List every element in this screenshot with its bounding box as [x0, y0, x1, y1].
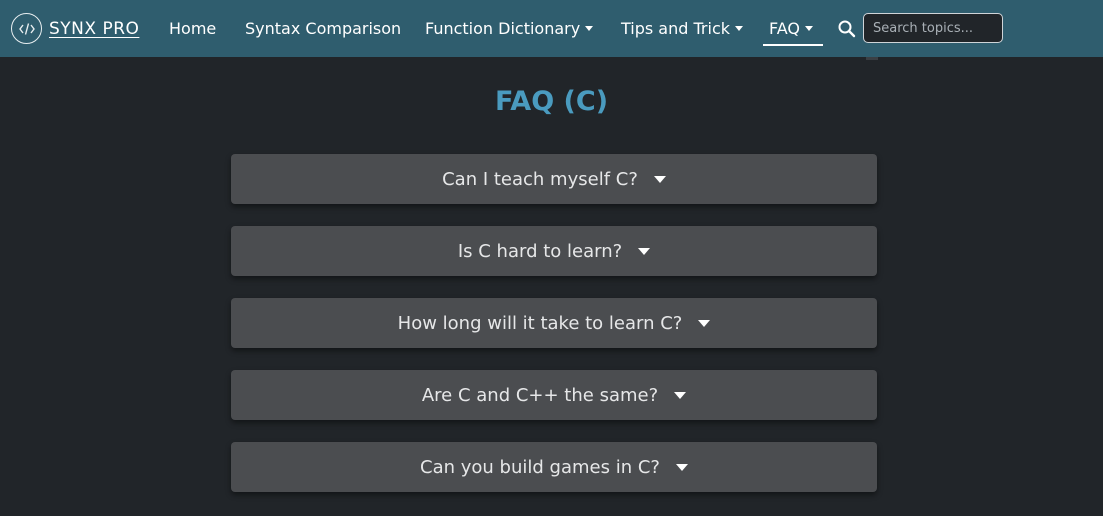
page-title: FAQ (C) — [494, 86, 609, 117]
nav-active-indicator — [763, 44, 823, 46]
faq-question: Is C hard to learn? — [457, 240, 623, 262]
faq-question: Can I teach myself C? — [442, 168, 638, 190]
nav-function-dictionary-label: Function Dictionary — [425, 18, 581, 38]
caret-down-icon — [653, 175, 666, 183]
nav-faq[interactable]: FAQ — [769, 17, 813, 39]
nav-tips-and-trick-label: Tips and Trick — [621, 18, 730, 38]
code-icon — [11, 13, 42, 44]
nav-home[interactable]: Home — [169, 17, 216, 39]
faq-item[interactable]: Can you build games in C? — [231, 442, 877, 492]
scroll-indicator — [866, 57, 878, 60]
nav-tips-and-trick[interactable]: Tips and Trick — [621, 17, 743, 39]
nav-function-dictionary[interactable]: Function Dictionary — [425, 17, 594, 39]
caret-down-icon — [735, 25, 743, 31]
faq-item[interactable]: Are C and C++ the same? — [231, 370, 877, 420]
nav-faq-label: FAQ — [769, 18, 800, 38]
faq-question: Are C and C++ the same? — [421, 384, 659, 406]
caret-down-icon — [638, 247, 651, 255]
brand-name: SYNX PRO — [49, 18, 140, 39]
faq-item[interactable]: Can I teach myself C? — [231, 154, 877, 204]
faq-question: How long will it take to learn C? — [397, 312, 683, 334]
caret-down-icon — [674, 391, 687, 399]
caret-down-icon — [805, 25, 813, 31]
caret-down-icon — [675, 463, 688, 471]
faq-list: Can I teach myself C? Is C hard to learn… — [231, 154, 877, 514]
navbar: SYNX PRO Home Syntax Comparison Function… — [0, 0, 1103, 57]
brand-link[interactable]: SYNX PRO — [11, 12, 139, 45]
search-input[interactable] — [863, 13, 1003, 43]
nav-syntax-comparison-label: Syntax Comparison — [245, 18, 402, 38]
search-icon[interactable] — [837, 19, 857, 39]
nav-home-label: Home — [169, 18, 217, 38]
faq-question: Can you build games in C? — [420, 456, 660, 478]
nav-syntax-comparison[interactable]: Syntax Comparison — [245, 17, 401, 39]
caret-down-icon — [585, 25, 594, 31]
caret-down-icon — [698, 319, 711, 327]
faq-item[interactable]: Is C hard to learn? — [231, 226, 877, 276]
faq-item[interactable]: How long will it take to learn C? — [231, 298, 877, 348]
